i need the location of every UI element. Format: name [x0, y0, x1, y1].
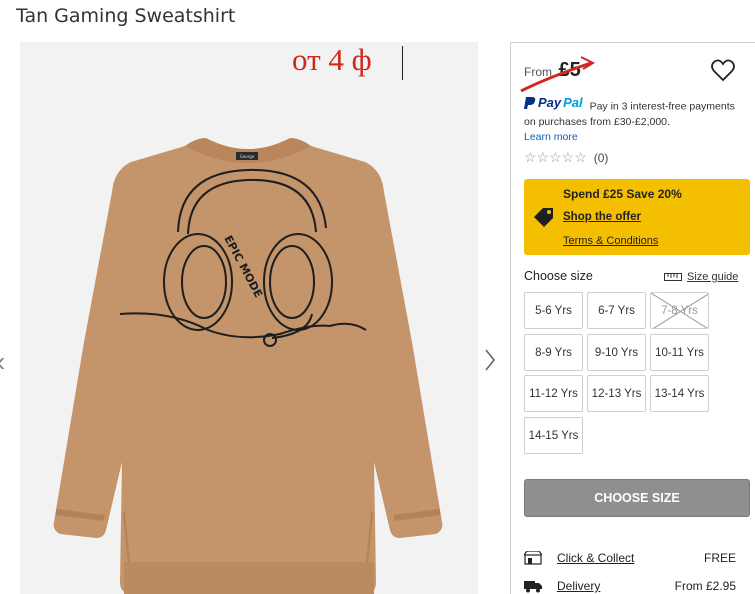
size-option-7-8-unavailable[interactable]: 7-8 Yrs	[650, 292, 709, 329]
size-option-5-6[interactable]: 5-6 Yrs	[524, 292, 583, 329]
unavailable-cross-icon	[651, 293, 708, 328]
rating-stars-icon: ☆☆☆☆☆	[524, 149, 587, 165]
garment-label: George	[240, 154, 255, 159]
click-collect-link[interactable]: Click & Collect	[557, 551, 634, 565]
product-image[interactable]: George EPIC MODE	[20, 42, 478, 594]
size-option-8-9[interactable]: 8-9 Yrs	[524, 334, 583, 371]
paypal-message: Pay Pal Pay in 3 interest-free payments o…	[524, 95, 749, 145]
size-guide-label: Size guide	[687, 271, 739, 283]
size-option-12-13[interactable]: 12-13 Yrs	[587, 375, 646, 412]
wishlist-heart-icon[interactable]	[710, 59, 736, 88]
price-tag-icon	[534, 208, 553, 227]
size-option-13-14[interactable]: 13-14 Yrs	[650, 375, 709, 412]
size-option-10-11[interactable]: 10-11 Yrs	[650, 334, 709, 371]
size-guide-link[interactable]: Size guide	[664, 271, 738, 283]
delivery-price: From £2.95	[674, 579, 736, 593]
delivery-row: Delivery From £2.95	[524, 578, 750, 594]
ruler-icon	[664, 273, 682, 281]
paypal-icon	[524, 96, 536, 109]
truck-icon	[524, 581, 542, 593]
size-option-9-10[interactable]: 9-10 Yrs	[587, 334, 646, 371]
paypal-learn-more-link[interactable]: Learn more	[524, 131, 578, 143]
rating-count: (0)	[593, 150, 609, 165]
paypal-logo: Pay Pal	[524, 95, 583, 110]
click-collect-row: Click & Collect FREE	[524, 550, 750, 568]
click-collect-price: FREE	[703, 551, 736, 565]
size-option-6-7[interactable]: 6-7 Yrs	[587, 292, 646, 329]
delivery-link[interactable]: Delivery	[557, 579, 600, 593]
page-title: Tan Gaming Sweatshirt	[16, 5, 236, 27]
previous-image-arrow-icon[interactable]: ‹	[0, 346, 5, 378]
text-cursor	[402, 46, 403, 80]
terms-link[interactable]: Terms & Conditions	[563, 235, 658, 247]
promo-banner: Spend £25 Save 20% Shop the offer Terms …	[524, 179, 750, 255]
purchase-panel: From £5 Pay Pal Pay in 3 interest-free pa…	[510, 42, 755, 594]
handwritten-annotation: от 4 ф	[292, 42, 372, 77]
shop-offer-link[interactable]: Shop the offer	[563, 211, 641, 223]
promo-headline: Spend £25 Save 20%	[563, 187, 682, 201]
next-image-arrow-icon[interactable]	[484, 348, 496, 377]
size-option-11-12[interactable]: 11-12 Yrs	[524, 375, 583, 412]
rating-summary[interactable]: ☆☆☆☆☆ (0)	[524, 149, 608, 166]
store-icon	[524, 551, 542, 565]
sweatshirt-illustration: George EPIC MODE	[53, 138, 443, 594]
choose-size-label: Choose size	[524, 269, 593, 283]
size-option-14-15[interactable]: 14-15 Yrs	[524, 417, 583, 454]
choose-size-button[interactable]: CHOOSE SIZE	[524, 479, 750, 517]
